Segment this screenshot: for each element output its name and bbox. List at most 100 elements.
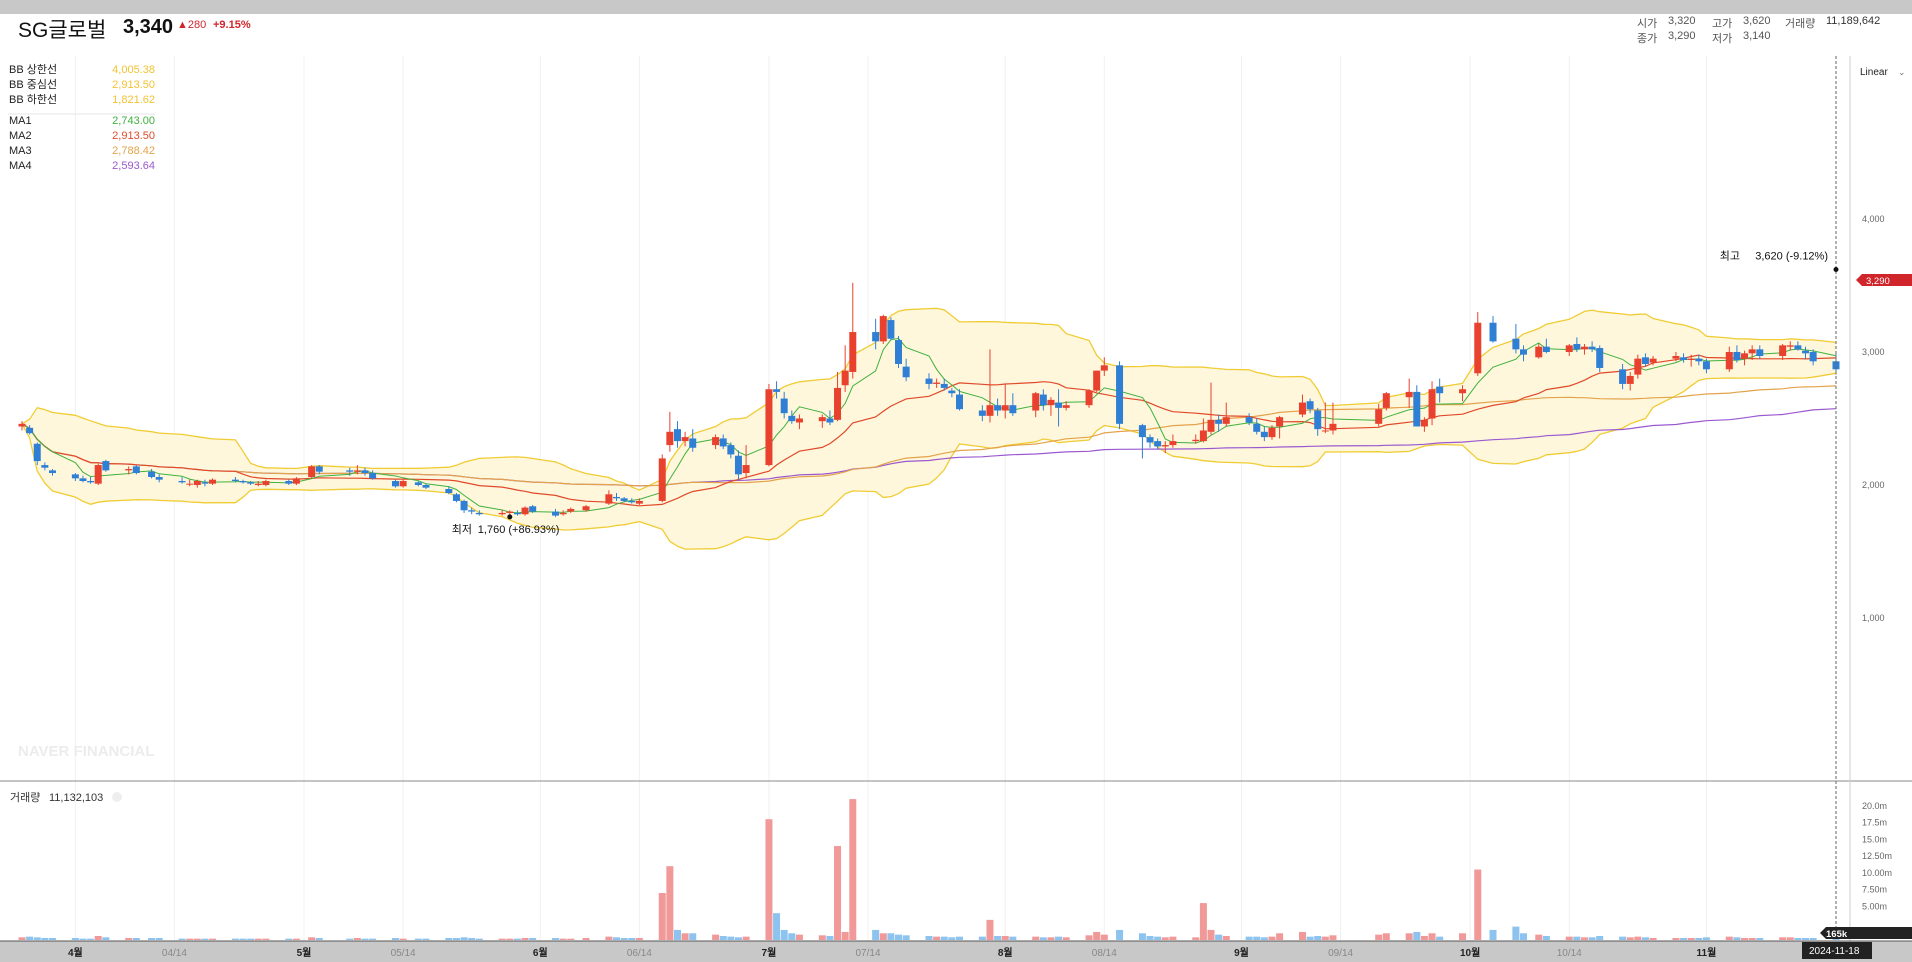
- volume-tick-label: 17.5m: [1862, 818, 1887, 828]
- candle-body: [422, 485, 430, 488]
- volume-settings-icon[interactable]: [112, 792, 122, 802]
- candle-body: [1329, 423, 1337, 431]
- scale-mode-button[interactable]: Linear: [1860, 67, 1888, 78]
- time-tick-label: 8월: [998, 947, 1013, 959]
- candle-body: [132, 466, 140, 474]
- candle-body: [79, 478, 87, 482]
- volume-bar: [315, 937, 323, 940]
- volume-bar: [1542, 935, 1550, 940]
- time-tick-label: 4월: [68, 947, 83, 959]
- chevron-down-icon[interactable]: ⌄: [1898, 67, 1906, 77]
- volume-bar: [795, 934, 803, 940]
- volume-bar: [1215, 934, 1223, 940]
- volume-bar: [1222, 935, 1230, 940]
- low-marker: [507, 514, 513, 520]
- candle-body: [582, 506, 590, 511]
- volume-bar: [1779, 937, 1787, 940]
- volume-bar: [1474, 869, 1482, 940]
- candle-body: [1565, 345, 1573, 352]
- candle-body: [1298, 402, 1306, 415]
- volume-bar: [1680, 937, 1688, 940]
- candle-body: [681, 437, 689, 442]
- candle-body: [955, 394, 963, 410]
- candle-body: [193, 481, 201, 485]
- volume-tick-label: 20.0m: [1862, 801, 1887, 811]
- volume-bar: [1032, 936, 1040, 940]
- candle-body: [125, 469, 133, 471]
- volume-bar: [1306, 936, 1314, 940]
- volume-bar: [346, 938, 354, 940]
- candle-body: [1138, 425, 1146, 438]
- candle-body: [1634, 358, 1642, 375]
- volume-bar: [1641, 937, 1649, 940]
- price-tick-label: 3,000: [1862, 347, 1885, 357]
- candle-body: [841, 370, 849, 386]
- candle-body: [773, 389, 781, 392]
- chart-window: SG글로벌 3,340 ▲280 +9.15% 시가 3,320 고가 3,62…: [0, 0, 1912, 962]
- candle-body: [155, 477, 163, 480]
- candle-body: [445, 488, 453, 493]
- legend-label: BB 중심선: [9, 78, 57, 91]
- candle-body: [1420, 419, 1428, 427]
- legend-label: MA2: [9, 130, 32, 142]
- candle-body: [71, 474, 79, 479]
- candle-body: [369, 473, 377, 479]
- date-cursor-tag: 2024-11-18: [1802, 942, 1872, 959]
- candle-body: [1459, 389, 1467, 394]
- stock-chart[interactable]: NAVER FINANCIAL BB 상한선 4,005.38 BB 중심선 2,91…: [0, 56, 1912, 962]
- candle-body: [460, 500, 468, 511]
- candle-body: [1725, 352, 1733, 370]
- candle-body: [1573, 344, 1581, 350]
- volume-bar: [1794, 937, 1802, 940]
- high-marker: [1833, 267, 1839, 273]
- candle-body: [26, 427, 34, 434]
- svg-text:165k: 165k: [1826, 929, 1848, 940]
- volume-bar: [1100, 934, 1108, 940]
- volume-tick-label: 15.0m: [1862, 834, 1887, 844]
- volume-bar: [1085, 935, 1093, 940]
- candle-body: [1047, 399, 1055, 406]
- time-tick-label: 04/14: [162, 948, 187, 959]
- candle-body: [765, 389, 773, 466]
- candle-body: [521, 507, 529, 515]
- candle-body: [978, 410, 986, 416]
- volume-bar: [1039, 937, 1047, 940]
- volume-bar: [1672, 937, 1680, 940]
- volume-bar: [193, 938, 201, 940]
- candle-body: [1520, 349, 1528, 355]
- time-tick-label: 07/14: [856, 948, 881, 959]
- volume-bar: [513, 938, 521, 940]
- volume-bar: [1321, 936, 1329, 940]
- chart-background: [0, 56, 1912, 962]
- volume-bar: [559, 938, 567, 940]
- volume-bar: [1580, 937, 1588, 940]
- svg-text:3,290: 3,290: [1866, 276, 1890, 287]
- candle-body: [475, 512, 483, 515]
- close-value: 3,290: [1668, 30, 1696, 42]
- time-tick-label: 11월: [1697, 947, 1717, 959]
- volume-bar: [1619, 936, 1627, 940]
- candle-body: [1649, 358, 1657, 363]
- volume-bar: [1199, 903, 1207, 940]
- quote-header: SG글로벌 3,340 ▲280 +9.15% 시가 3,320 고가 3,62…: [0, 14, 1912, 57]
- volume-bar: [445, 937, 453, 940]
- volume-bar: [1405, 933, 1413, 940]
- time-tick-label: 08/14: [1092, 948, 1117, 959]
- volume-bar: [1786, 937, 1794, 940]
- candle-body: [1405, 391, 1413, 398]
- volume-bar: [79, 938, 87, 940]
- volume-bar: [1695, 937, 1703, 940]
- volume-bar: [1382, 933, 1390, 940]
- legend-label: MA3: [9, 145, 32, 157]
- candle-body: [315, 466, 323, 472]
- candle-body: [628, 500, 636, 503]
- volume-bar: [1169, 936, 1177, 940]
- volume-bar: [48, 937, 56, 940]
- volume-bar: [292, 938, 300, 940]
- legend-value: 2,913.50: [112, 130, 155, 142]
- candle-body: [292, 478, 300, 484]
- volume-bar: [1756, 937, 1764, 940]
- candle-body: [1100, 365, 1108, 371]
- candle-body: [1306, 401, 1314, 410]
- volume-legend-label: 거래량: [10, 791, 40, 804]
